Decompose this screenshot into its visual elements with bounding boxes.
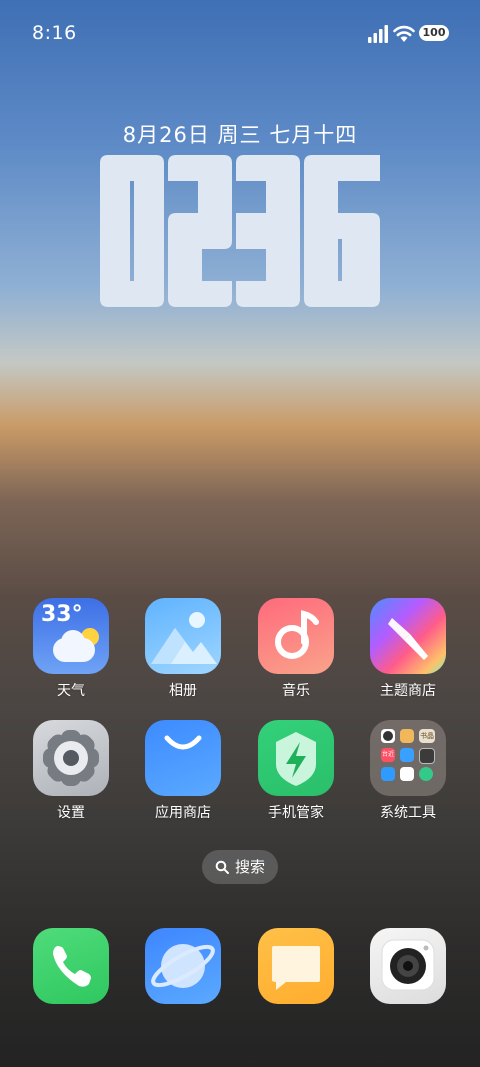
dock-camera[interactable] — [358, 928, 458, 1004]
app-app-store[interactable]: 应用商店 — [133, 720, 233, 822]
lockscreen-date: 8月26日 周三 七月十四 — [122, 123, 358, 147]
search-button[interactable]: 搜索 — [202, 850, 278, 884]
app-label: 设置 — [57, 805, 85, 821]
app-label: 应用商店 — [155, 805, 211, 821]
app-settings[interactable]: 设置 — [21, 720, 121, 822]
dock-phone[interactable] — [21, 928, 121, 1004]
weather-temperature: 33° — [41, 602, 83, 627]
dock-messages[interactable] — [246, 928, 346, 1004]
gear-icon — [33, 720, 109, 796]
app-music[interactable]: 音乐 — [246, 598, 346, 700]
paintbrush-icon — [370, 598, 446, 674]
app-weather[interactable]: 33° 天气 — [21, 598, 121, 700]
app-theme-store[interactable]: 主题商店 — [358, 598, 458, 700]
app-label: 相册 — [169, 683, 197, 699]
wifi-icon — [393, 25, 415, 42]
app-label: 天气 — [57, 683, 85, 699]
battery-indicator: 100 — [419, 25, 449, 41]
camera-icon — [370, 928, 446, 1004]
search-label: 搜索 — [235, 858, 266, 876]
status-bar: 8:16 100 — [0, 0, 480, 68]
folder-system-tools[interactable]: 书晶 台近 系统工具 — [358, 720, 458, 822]
status-time: 8:16 — [32, 22, 77, 44]
app-label: 主题商店 — [380, 683, 436, 699]
app-label: 音乐 — [282, 683, 310, 699]
shopping-bag-icon — [145, 720, 221, 796]
photo-gallery-icon — [145, 598, 221, 674]
clock-widget[interactable] — [100, 155, 380, 307]
folder-label: 系统工具 — [380, 805, 436, 821]
app-phone-manager[interactable]: 手机管家 — [246, 720, 346, 822]
app-label: 手机管家 — [268, 805, 324, 821]
phone-icon — [33, 928, 109, 1004]
message-bubble-icon — [258, 928, 334, 1004]
home-screen: 8:16 100 8月26日 周三 七月十四 33° 天气 相册 音乐 主题商店… — [0, 0, 480, 1067]
app-gallery[interactable]: 相册 — [133, 598, 233, 700]
shield-bolt-icon — [258, 720, 334, 796]
music-note-icon — [258, 598, 334, 674]
folder-icon: 书晶 台近 — [370, 720, 446, 796]
cellular-signal-icon — [368, 25, 388, 43]
search-icon — [215, 860, 229, 874]
weather-icon: 33° — [33, 598, 109, 674]
planet-browser-icon — [145, 928, 221, 1004]
dock-browser[interactable] — [133, 928, 233, 1004]
